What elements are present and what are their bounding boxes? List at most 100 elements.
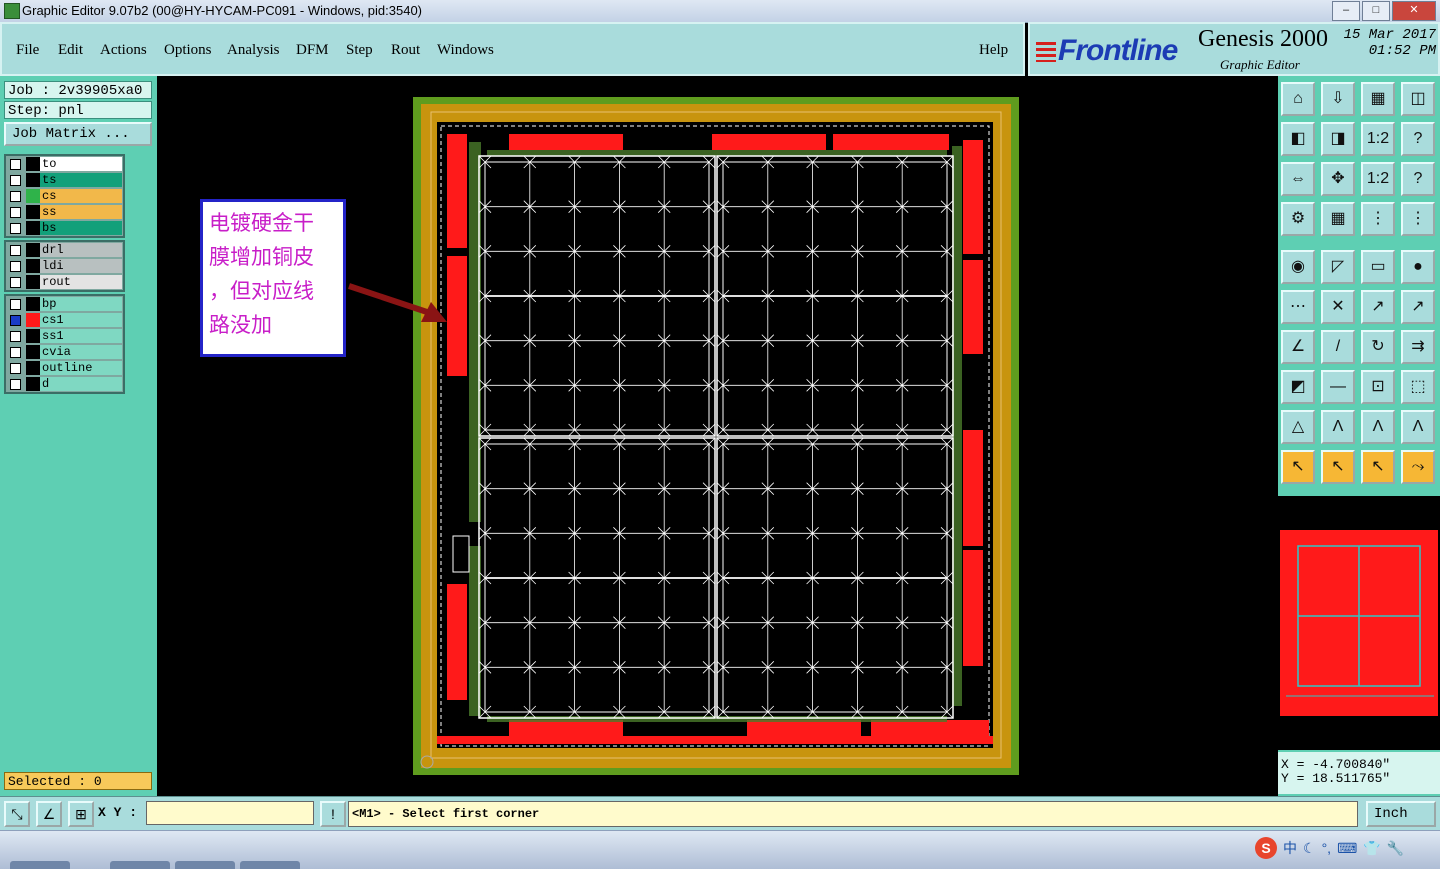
route-icon[interactable]: ⤳ — [1401, 450, 1435, 484]
arrow-box-icon[interactable]: ↖ — [1321, 450, 1355, 484]
layer-name[interactable]: outline — [40, 361, 122, 375]
line-select-icon[interactable]: — — [1321, 370, 1355, 404]
select-icon[interactable]: ◩ — [1281, 370, 1315, 404]
maximize-button[interactable]: □ — [1362, 1, 1390, 21]
line-draw-icon[interactable]: / — [1321, 330, 1355, 364]
layer-row-ss1[interactable]: ss1 — [6, 328, 123, 344]
menu-windows[interactable]: Windows — [437, 42, 494, 59]
zoom-window-icon[interactable]: ▦ — [1361, 82, 1395, 116]
grid-snap-icon[interactable]: ⊞ — [68, 801, 94, 827]
layer-checkbox[interactable] — [10, 277, 21, 288]
menu-dfm[interactable]: DFM — [296, 42, 329, 59]
layer-name[interactable]: drl — [40, 243, 122, 257]
menu-actions[interactable]: Actions — [100, 42, 147, 59]
slope-icon[interactable]: ∠ — [1281, 330, 1315, 364]
layer-row-cs1[interactable]: cs1 — [6, 312, 123, 328]
menu-analysis[interactable]: Analysis — [227, 42, 280, 59]
arrow-icon[interactable]: ↖ — [1281, 450, 1315, 484]
graphic-canvas[interactable] — [157, 76, 1278, 796]
layer-row-ss[interactable]: ss — [6, 204, 123, 220]
menu-file[interactable]: File — [16, 42, 39, 59]
ratio-icon[interactable]: 1:2 — [1361, 122, 1395, 156]
menu-options[interactable]: Options — [164, 42, 212, 59]
layer-checkbox[interactable] — [10, 245, 21, 256]
edit-A-icon[interactable]: Λ — [1321, 410, 1355, 444]
circle-icon[interactable]: ● — [1401, 250, 1435, 284]
layer-checkbox[interactable] — [10, 261, 21, 272]
menu-rout[interactable]: Rout — [391, 42, 420, 59]
layer-row-ldi[interactable]: ldi — [6, 258, 123, 274]
rotate-icon[interactable]: ↻ — [1361, 330, 1395, 364]
arrow-circle-icon[interactable]: ↖ — [1361, 450, 1395, 484]
ime-indicator[interactable]: S 中 ☾ °, ⌨ 👕 🔧 — [1255, 835, 1404, 861]
zoom-out-icon[interactable]: ⇩ — [1321, 82, 1355, 116]
layer-checkbox[interactable] — [10, 175, 21, 186]
move-icon[interactable]: ↗ — [1401, 290, 1435, 324]
layer-name[interactable]: ss1 — [40, 329, 122, 343]
fit-icon[interactable]: ⇔ — [1281, 162, 1315, 196]
layer-name[interactable]: to — [40, 157, 122, 171]
pad-icon[interactable]: ◉ — [1281, 250, 1315, 284]
layer-checkbox[interactable] — [10, 159, 21, 170]
layer-name[interactable]: cs1 — [40, 313, 122, 327]
layer-checkbox[interactable] — [10, 363, 21, 374]
node-icon[interactable]: ⋯ — [1281, 290, 1315, 324]
measure-angle-icon[interactable]: ∠ — [36, 801, 62, 827]
layer-row-to[interactable]: to — [6, 156, 123, 172]
split-view-icon[interactable]: ◫ — [1401, 82, 1435, 116]
flip-icon[interactable]: ⇉ — [1401, 330, 1435, 364]
pan-left-icon[interactable]: ◧ — [1281, 122, 1315, 156]
center-icon[interactable]: ✥ — [1321, 162, 1355, 196]
layer-row-ts[interactable]: ts — [6, 172, 123, 188]
layer-row-bs[interactable]: bs — [6, 220, 123, 236]
help-icon[interactable]: ? — [1401, 162, 1435, 196]
line-icon[interactable]: ◸ — [1321, 250, 1355, 284]
scale-icon[interactable]: 1:2 — [1361, 162, 1395, 196]
layer-checkbox[interactable] — [10, 347, 21, 358]
layer-name[interactable]: rout — [40, 275, 122, 289]
pan-right-icon[interactable]: ◨ — [1321, 122, 1355, 156]
menu-step[interactable]: Step — [346, 42, 373, 59]
layer-name[interactable]: d — [40, 377, 122, 391]
connect-icon[interactable]: ↗ — [1361, 290, 1395, 324]
grid-icon[interactable]: ▦ — [1321, 202, 1355, 236]
feature-icon[interactable]: ⬚ — [1401, 370, 1435, 404]
layer-checkbox[interactable] — [10, 207, 21, 218]
job-matrix-button[interactable]: Job Matrix ... — [4, 122, 152, 146]
layer-row-bp[interactable]: bp — [6, 296, 123, 312]
minimize-button[interactable]: – — [1332, 1, 1360, 21]
layer-row-d[interactable]: d — [6, 376, 123, 392]
zoom-box-icon[interactable]: ⤡ — [4, 801, 30, 827]
layer-name[interactable]: ldi — [40, 259, 122, 273]
units-select[interactable]: Inch — [1366, 801, 1436, 827]
layer-name[interactable]: cvia — [40, 345, 122, 359]
layer-display-icon[interactable]: ⋮ — [1401, 202, 1435, 236]
layer-checkbox[interactable] — [10, 223, 21, 234]
layer-checkbox[interactable] — [10, 315, 21, 326]
layer-name[interactable]: ts — [40, 173, 122, 187]
measure-icon[interactable]: ⚙ — [1281, 202, 1315, 236]
menu-edit[interactable]: Edit — [58, 42, 83, 59]
layer-name[interactable]: cs — [40, 189, 122, 203]
layer-checkbox[interactable] — [10, 191, 21, 202]
alert-icon[interactable]: ! — [320, 801, 346, 827]
edit-A-icon[interactable]: △ — [1281, 410, 1315, 444]
zoom-home-icon[interactable]: ⌂ — [1281, 82, 1315, 116]
layer-name[interactable]: ss — [40, 205, 122, 219]
xy-input[interactable] — [146, 801, 314, 825]
window-icon[interactable]: ⊡ — [1361, 370, 1395, 404]
layer-name[interactable]: bs — [40, 221, 122, 235]
menu-help[interactable]: Help — [979, 42, 1008, 59]
layer-checkbox[interactable] — [10, 379, 21, 390]
layer-row-outline[interactable]: outline — [6, 360, 123, 376]
close-button[interactable]: ✕ — [1392, 1, 1436, 21]
edit-A-icon[interactable]: Λ — [1361, 410, 1395, 444]
snap-icon[interactable]: ? — [1401, 122, 1435, 156]
layer-display-icon[interactable]: ⋮ — [1361, 202, 1395, 236]
overview-preview[interactable] — [1278, 496, 1440, 750]
layer-name[interactable]: bp — [40, 297, 122, 311]
ruler-icon[interactable]: ▭ — [1361, 250, 1395, 284]
layer-row-cvia[interactable]: cvia — [6, 344, 123, 360]
layer-checkbox[interactable] — [10, 331, 21, 342]
layer-row-cs[interactable]: cs — [6, 188, 123, 204]
